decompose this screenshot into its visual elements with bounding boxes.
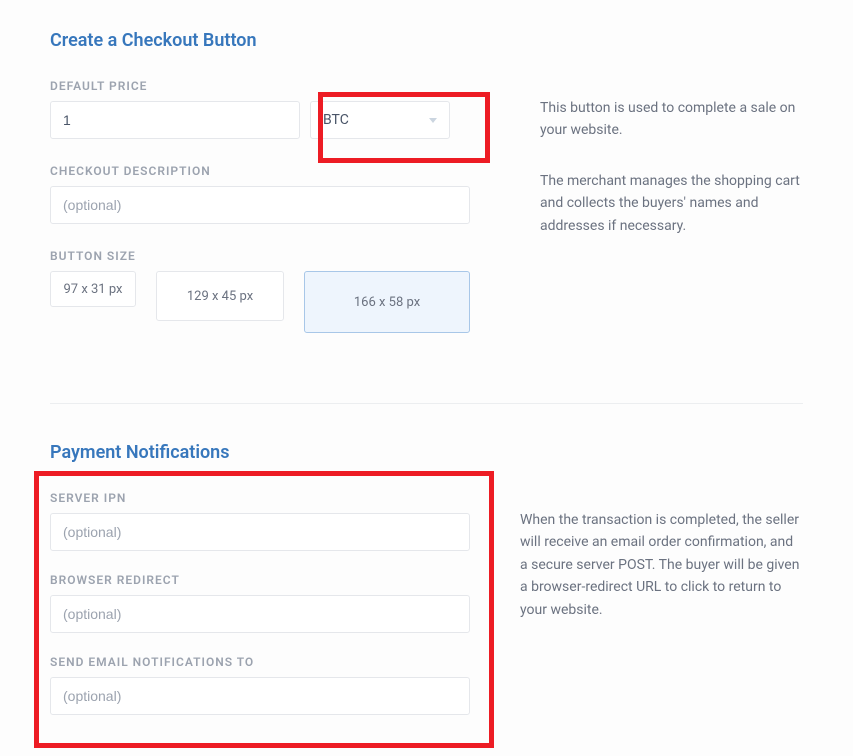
email-notifications-input[interactable] xyxy=(50,677,470,715)
email-notifications-label: SEND EMAIL NOTIFICATIONS TO xyxy=(50,655,470,669)
size-option-large[interactable]: 166 x 58 px xyxy=(304,271,470,333)
default-price-label: DEFAULT PRICE xyxy=(50,79,490,93)
help-text-notifications: When the transaction is completed, the s… xyxy=(520,509,803,621)
server-ipn-label: SERVER IPN xyxy=(50,491,470,505)
section-create-checkout: Create a Checkout Button DEFAULT PRICE B… xyxy=(50,30,803,358)
checkout-description-label: CHECKOUT DESCRIPTION xyxy=(50,164,490,178)
chevron-down-icon xyxy=(429,118,437,123)
currency-value: BTC xyxy=(323,112,349,128)
size-option-small[interactable]: 97 x 31 px xyxy=(50,271,136,307)
size-option-medium[interactable]: 129 x 45 px xyxy=(156,271,284,321)
browser-redirect-label: BROWSER REDIRECT xyxy=(50,573,470,587)
help-text-2: The merchant manages the shopping cart a… xyxy=(540,170,803,237)
section-payment-notifications: Payment Notifications SERVER IPN BROWSER… xyxy=(50,442,803,715)
default-price-input[interactable] xyxy=(50,101,300,139)
section-title-notifications: Payment Notifications xyxy=(50,442,803,463)
currency-select[interactable]: BTC xyxy=(310,101,450,139)
browser-redirect-input[interactable] xyxy=(50,595,470,633)
help-text-1: This button is used to complete a sale o… xyxy=(540,97,803,142)
checkout-description-input[interactable] xyxy=(50,186,470,224)
section-title-checkout: Create a Checkout Button xyxy=(50,30,803,51)
server-ipn-input[interactable] xyxy=(50,513,470,551)
button-size-label: BUTTON SIZE xyxy=(50,249,490,263)
section-divider xyxy=(50,403,803,404)
